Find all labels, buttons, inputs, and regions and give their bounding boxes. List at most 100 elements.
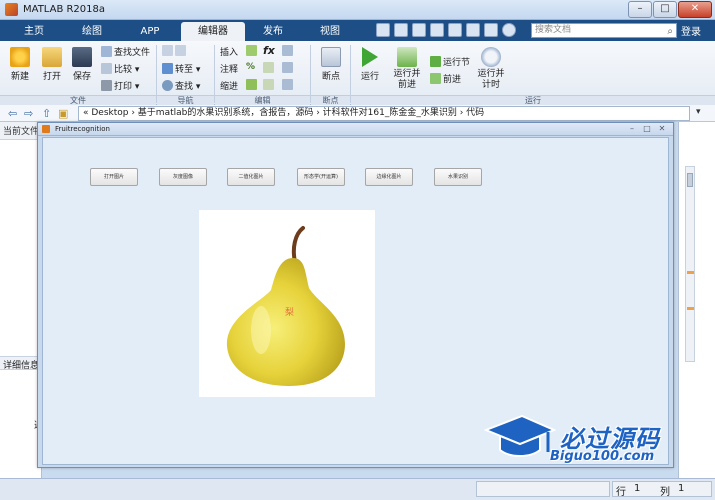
matlab-logo-icon	[5, 3, 18, 16]
tab-home[interactable]: 主页	[8, 22, 60, 41]
tab-plots[interactable]: 绘图	[64, 22, 120, 41]
decrease-indent-icon[interactable]	[263, 79, 276, 91]
search-placeholder: 搜索文档	[535, 25, 572, 35]
save-button[interactable]: 保存	[68, 47, 96, 82]
close-button[interactable]: ✕	[678, 1, 712, 18]
status-bar: 行 1 列 1	[0, 478, 715, 500]
fruit-image-axes: 梨	[199, 210, 375, 397]
switch-windows-icon[interactable]	[484, 23, 498, 37]
run-section-label: 运行节	[443, 58, 471, 68]
right-panel	[678, 122, 715, 478]
search-icon[interactable]: ⌕	[667, 25, 673, 38]
search-documentation-input[interactable]: 搜索文档 ⌕	[531, 23, 677, 38]
help-icon[interactable]	[502, 23, 516, 37]
breakpoints-label: 断点	[321, 72, 340, 82]
watermark-url-text: Biguo100.com	[550, 449, 655, 464]
paste-icon[interactable]	[430, 23, 444, 37]
binarize-button[interactable]: 二值化图片	[227, 168, 275, 186]
figure-title-bar: Fruitrecognition – □ ✕	[38, 123, 673, 136]
increase-indent-icon[interactable]	[282, 79, 295, 91]
smart-indent-icon[interactable]	[246, 79, 259, 91]
minimize-button[interactable]: –	[628, 1, 652, 18]
scrollbar-thumb[interactable]	[687, 173, 693, 187]
run-section-button[interactable]: 运行节	[430, 55, 470, 68]
insert-function-fx-button[interactable]: fx	[263, 44, 275, 57]
fruit-recognition-button[interactable]: 水果识别	[434, 168, 482, 186]
print-label: 打印	[114, 82, 133, 92]
copy-icon[interactable]	[412, 23, 426, 37]
open-button[interactable]: 打开	[38, 47, 66, 82]
run-button[interactable]: 运行	[356, 47, 384, 82]
compare-button[interactable]: 比较 ▾	[101, 62, 139, 75]
status-message-box	[476, 481, 610, 497]
compare-label: 比较	[114, 65, 133, 75]
browse-folder-icon[interactable]: ▣	[58, 107, 68, 120]
tab-view[interactable]: 视图	[303, 22, 357, 41]
save-label: 保存	[72, 72, 91, 82]
goto-button[interactable]: 转至 ▾	[162, 62, 200, 75]
quick-save-icon[interactable]	[376, 23, 390, 37]
back-arrow-icon[interactable]: ⇦	[8, 107, 17, 120]
print-button[interactable]: 打印 ▾	[101, 79, 139, 92]
goto-icon	[162, 63, 173, 74]
figure-icon	[42, 125, 50, 133]
group-label-breakpoints: 断点	[311, 95, 350, 105]
run-section-icon	[430, 56, 441, 67]
wrap-comment-icon[interactable]	[282, 62, 295, 74]
editor-scrollbar[interactable]	[685, 166, 695, 362]
forward-arrow-icon[interactable]: ⇨	[24, 107, 33, 120]
undo-icon[interactable]	[448, 23, 462, 37]
figure-maximize-button[interactable]: □	[641, 124, 653, 134]
stopwatch-icon	[481, 47, 501, 67]
insert-button[interactable]: 插入	[220, 45, 238, 58]
advance-icon	[430, 73, 441, 84]
address-bar: ⇦ ⇨ ⇧ ▣ « Desktop › 基于matlab的水果识别系统，含报告，…	[0, 105, 715, 122]
run-play-icon	[362, 47, 378, 67]
figure-minimize-button[interactable]: –	[626, 124, 638, 134]
run-advance-icon	[397, 47, 417, 67]
pear-image: 梨	[226, 226, 345, 386]
open-image-button[interactable]: 打开图片	[90, 168, 138, 186]
group-label-edit: 编辑	[215, 95, 310, 105]
run-time-label: 运行并计时	[477, 69, 505, 90]
current-folder-title: 当前文件夹	[0, 122, 41, 140]
advance-button[interactable]: 前进	[430, 72, 461, 85]
advance-label: 前进	[443, 75, 462, 85]
column-value: 1	[678, 483, 685, 494]
breakpoints-button[interactable]: 断点	[316, 47, 346, 82]
insert-section-icon[interactable]	[246, 45, 259, 57]
find-button[interactable]: 查找 ▾	[162, 79, 200, 92]
current-folder-path[interactable]: « Desktop › 基于matlab的水果识别系统，含报告，源码 › 计科软…	[78, 106, 690, 121]
row-value: 1	[634, 483, 641, 494]
redo-icon[interactable]	[466, 23, 480, 37]
morphology-open-button[interactable]: 形态学(开运算)	[297, 168, 345, 186]
tab-editor[interactable]: 编辑器	[181, 22, 245, 41]
run-and-time-button[interactable]: 运行并计时	[474, 47, 508, 91]
comment-button[interactable]: 注释	[220, 62, 238, 75]
figure-close-button[interactable]: ✕	[656, 124, 668, 134]
edge-detect-button[interactable]: 边缘化图片	[365, 168, 413, 186]
find-files-icon	[101, 46, 112, 57]
row-label: 行	[616, 487, 626, 498]
title-bar: MATLAB R2018a – □ ✕	[0, 0, 715, 20]
path-dropdown-icon[interactable]: ▾	[696, 107, 701, 117]
cut-icon[interactable]	[394, 23, 408, 37]
indent-label: 缩进	[220, 82, 239, 92]
maximize-button[interactable]: □	[653, 1, 677, 18]
up-folder-icon[interactable]: ⇧	[42, 107, 51, 120]
grayscale-button[interactable]: 灰度图像	[159, 168, 207, 186]
comment-percent-icon[interactable]: %	[246, 62, 255, 72]
nav-back-forward[interactable]	[162, 45, 188, 57]
magnifier-icon	[162, 80, 173, 91]
details-panel-title: 详细信息	[0, 356, 42, 370]
find-files-button[interactable]: 查找文件	[101, 45, 150, 58]
indent-button[interactable]: 缩进	[220, 79, 238, 92]
new-button[interactable]: 新建	[6, 47, 34, 82]
run-and-advance-button[interactable]: 运行并前进	[390, 47, 424, 91]
toggle-comment-icon[interactable]	[282, 45, 295, 57]
tab-apps[interactable]: APP	[124, 22, 176, 41]
find-files-label: 查找文件	[114, 48, 151, 58]
tab-publish[interactable]: 发布	[248, 22, 298, 41]
uncomment-icon[interactable]	[263, 62, 276, 74]
login-link[interactable]: 登录	[681, 23, 701, 38]
